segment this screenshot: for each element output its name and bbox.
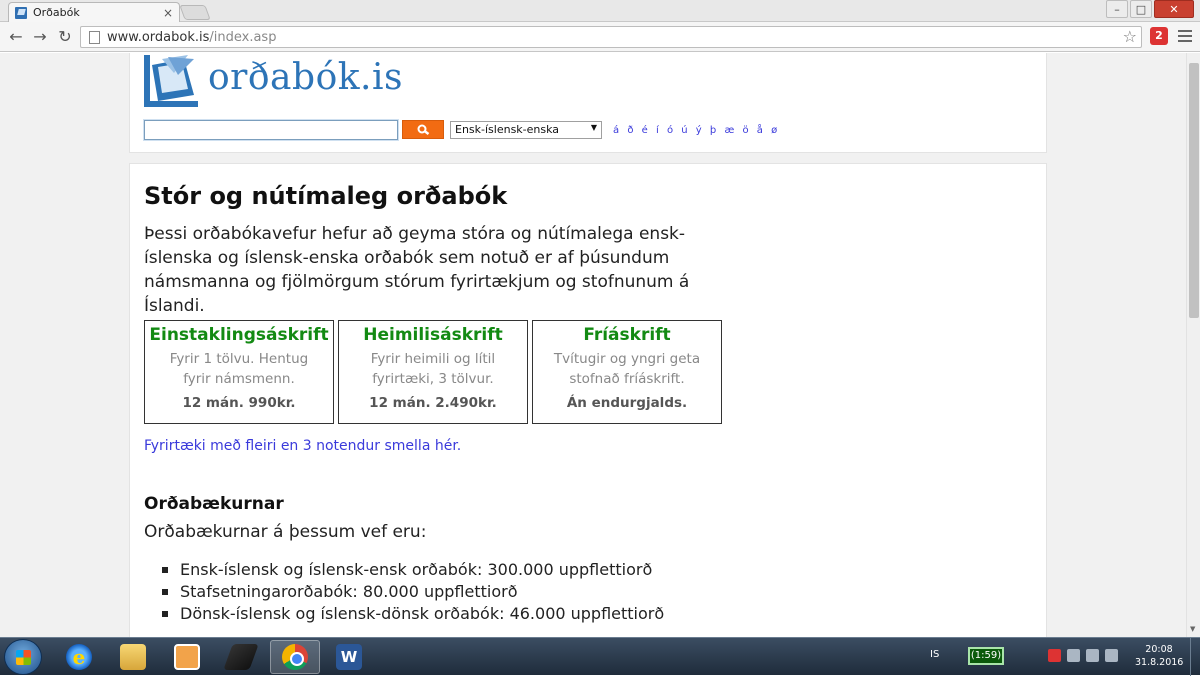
plan-title[interactable]: Einstaklingsáskrift xyxy=(145,325,333,345)
special-char-link[interactable]: ú xyxy=(681,125,689,136)
plan-title[interactable]: Heimilisáskrift xyxy=(339,325,527,345)
bookmark-star-icon[interactable]: ☆ xyxy=(1123,27,1137,46)
special-char-link[interactable]: í xyxy=(656,125,661,136)
special-char-link[interactable]: ó xyxy=(667,125,675,136)
plan-card-free[interactable]: Fríáskrift Tvítugir og yngri geta stofna… xyxy=(532,320,722,424)
browser-tab-bar: Orðabók × – □ ✕ xyxy=(0,0,1200,22)
taskbar-chrome[interactable] xyxy=(270,640,320,674)
plan-description: Tvítugir og yngri geta stofnað fríáskrif… xyxy=(553,351,701,387)
minimize-button[interactable]: – xyxy=(1106,0,1128,18)
browser-menu-icon[interactable] xyxy=(1178,30,1192,45)
internet-explorer-icon: e xyxy=(66,644,92,670)
volume-muted-icon[interactable] xyxy=(1105,649,1118,662)
page-icon xyxy=(89,31,100,44)
special-char-link[interactable]: á xyxy=(613,125,621,136)
special-char-link[interactable]: ð xyxy=(627,125,635,136)
taskbar-clock[interactable]: 20:08 31.8.2016 xyxy=(1135,643,1183,669)
dictionary-select[interactable]: Ensk-íslensk-enska ▼ xyxy=(450,121,602,139)
special-char-link[interactable]: æ xyxy=(724,125,736,136)
special-char-link[interactable]: ö xyxy=(742,125,750,136)
close-window-button[interactable]: ✕ xyxy=(1154,0,1194,18)
plan-card-individual[interactable]: Einstaklingsáskrift Fyrir 1 tölvu. Hentu… xyxy=(144,320,334,424)
url-text: www.ordabok.is/index.asp xyxy=(107,30,277,45)
subscription-plans: Einstaklingsáskrift Fyrir 1 tölvu. Hentu… xyxy=(144,320,722,424)
dictionaries-list: Ensk-íslensk og íslensk-ensk orðabók: 30… xyxy=(162,559,664,625)
plan-price: Án endurgjalds. xyxy=(566,395,688,411)
reload-icon[interactable]: ↻ xyxy=(55,27,75,47)
company-subscription-link[interactable]: Fyrirtæki með fleiri en 3 notendur smell… xyxy=(144,438,461,454)
search-button[interactable] xyxy=(402,120,444,139)
plan-title[interactable]: Fríáskrift xyxy=(533,325,721,345)
special-char-link[interactable]: þ xyxy=(710,125,718,136)
maximize-button[interactable]: □ xyxy=(1130,0,1152,18)
network-signal-icon[interactable] xyxy=(1086,649,1099,662)
tab-title: Orðabók xyxy=(33,6,80,19)
windows-taskbar: e W IS (1:59) 20:08 31.8.2016 xyxy=(0,637,1200,676)
extension-badge-icon[interactable]: 2 xyxy=(1150,27,1168,45)
plan-card-household[interactable]: Heimilisáskrift Fyrir heimili og lítil f… xyxy=(338,320,528,424)
window-controls: – □ ✕ xyxy=(1106,0,1194,18)
taskbar-scanner[interactable] xyxy=(216,640,266,674)
show-desktop-button[interactable] xyxy=(1190,638,1200,676)
plan-price: 12 mán. 2.490kr. xyxy=(369,395,497,411)
dictionaries-intro: Orðabækurnar á þessum vef eru: xyxy=(144,522,427,542)
new-tab-button[interactable] xyxy=(179,5,211,20)
dropdown-arrow-icon: ▼ xyxy=(590,123,597,132)
browser-toolbar: ← → ↻ www.ordabok.is/index.asp ☆ 2 xyxy=(0,22,1200,52)
page-viewport: orðabók.is Ensk-íslensk-enska ▼ á ð é í … xyxy=(0,53,1200,637)
battery-icon[interactable] xyxy=(1067,649,1080,662)
plan-price: 12 mán. 990kr. xyxy=(182,395,296,411)
word-icon: W xyxy=(336,644,362,670)
search-input[interactable] xyxy=(143,119,399,141)
list-item: Stafsetningarorðabók: 80.000 uppflettior… xyxy=(162,581,664,603)
intro-text: Þessi orðabókavefur hefur að geyma stóra… xyxy=(144,224,690,316)
clock-time: 20:08 xyxy=(1145,644,1173,655)
vertical-scrollbar[interactable]: ▼ xyxy=(1186,53,1200,637)
media-player-icon xyxy=(174,644,200,670)
site-logo-text[interactable]: orðabók.is xyxy=(208,57,403,98)
system-tray xyxy=(1048,649,1118,662)
search-icon xyxy=(417,124,430,135)
list-item: Dönsk-íslensk og íslensk-dönsk orðabók: … xyxy=(162,603,664,625)
book-logo-icon[interactable] xyxy=(144,55,198,107)
close-tab-icon[interactable]: × xyxy=(163,6,173,20)
address-bar[interactable]: www.ordabok.is/index.asp ☆ xyxy=(80,26,1142,48)
battery-time-indicator[interactable]: (1:59) xyxy=(968,647,1004,665)
special-char-link[interactable]: é xyxy=(642,125,650,136)
taskbar-file-explorer[interactable] xyxy=(108,640,158,674)
scrollbar-thumb[interactable] xyxy=(1189,63,1199,318)
clock-date: 31.8.2016 xyxy=(1135,657,1184,668)
page-title: Stór og nútímaleg orðabók xyxy=(144,182,508,210)
chrome-icon xyxy=(282,644,308,670)
special-char-link[interactable]: ø xyxy=(771,125,779,136)
back-arrow-icon[interactable]: ← xyxy=(6,27,26,47)
list-item: Ensk-íslensk og íslensk-ensk orðabók: 30… xyxy=(162,559,664,581)
site-header: orðabók.is Ensk-íslensk-enska ▼ á ð é í … xyxy=(129,53,1047,153)
antivirus-icon[interactable] xyxy=(1048,649,1061,662)
main-content: Stór og nútímaleg orðabók Þessi orðabóka… xyxy=(129,163,1047,637)
site-favicon-icon xyxy=(15,6,27,19)
special-characters-bar: á ð é í ó ú ý þ æ ö å ø xyxy=(613,125,780,136)
scroll-down-arrow-icon[interactable]: ▼ xyxy=(1190,625,1195,633)
taskbar-media-player[interactable] xyxy=(162,640,212,674)
special-char-link[interactable]: å xyxy=(757,125,765,136)
scanner-icon xyxy=(223,644,259,670)
special-char-link[interactable]: ý xyxy=(696,125,704,136)
plan-description: Fyrir heimili og lítil fyrirtæki, 3 tölv… xyxy=(370,351,496,387)
dictionaries-heading: Orðabækurnar xyxy=(144,494,284,514)
taskbar-internet-explorer[interactable]: e xyxy=(54,640,104,674)
taskbar-word[interactable]: W xyxy=(324,640,374,674)
browser-tab[interactable]: Orðabók × xyxy=(8,2,180,22)
plan-description: Fyrir 1 tölvu. Hentug fyrir námsmenn. xyxy=(169,351,309,387)
forward-arrow-icon[interactable]: → xyxy=(30,27,50,47)
folder-icon xyxy=(120,644,146,670)
language-indicator[interactable]: IS xyxy=(930,649,939,660)
start-button[interactable] xyxy=(4,639,42,675)
